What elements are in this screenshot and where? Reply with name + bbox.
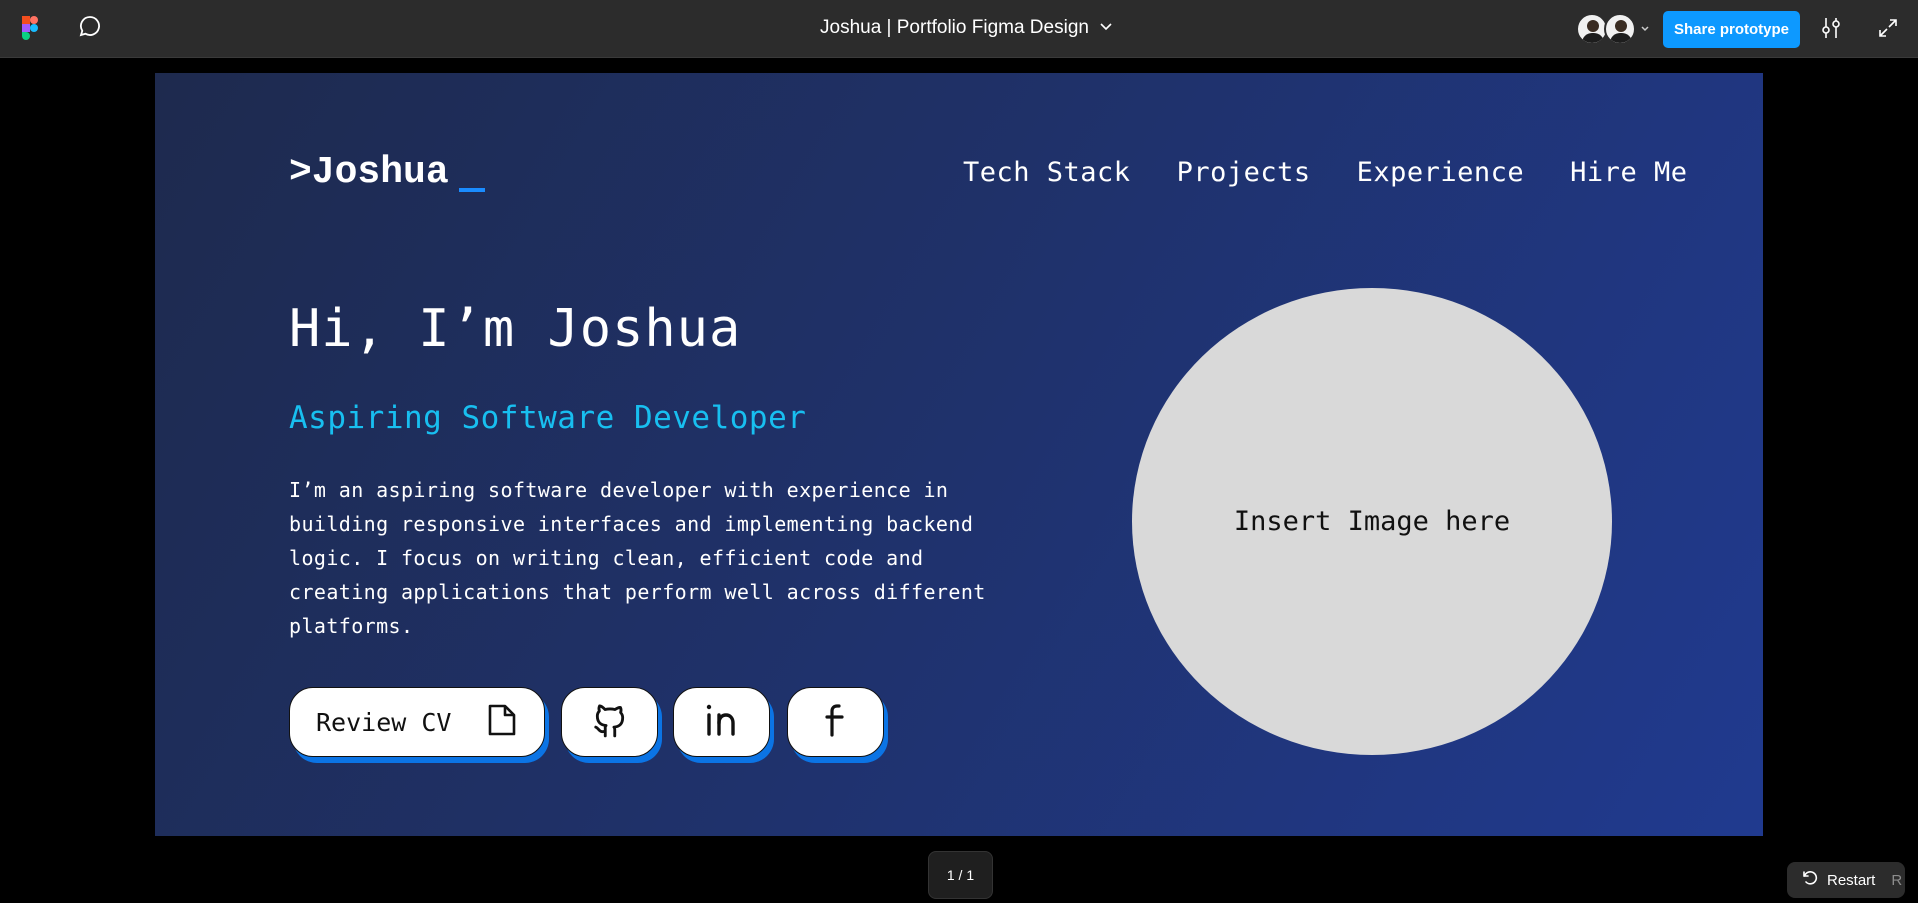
share-prototype-button[interactable]: Share prototype [1663, 11, 1800, 48]
linkedin-icon [702, 701, 742, 744]
portfolio-frame: >Joshua Tech Stack Projects Experience H… [155, 73, 1763, 836]
profile-image-placeholder: Insert Image here [1132, 288, 1612, 755]
github-icon [591, 701, 629, 744]
site-nav: Tech Stack Projects Experience Hire Me [963, 157, 1687, 188]
review-cv-label: Review CV [316, 707, 452, 737]
avatar [1604, 13, 1636, 45]
facebook-button[interactable] [787, 687, 884, 757]
logo-cursor [459, 188, 485, 192]
collaborator-avatars[interactable] [1576, 13, 1650, 45]
restart-shortcut: R [1891, 871, 1903, 889]
file-title: Joshua | Portfolio Figma Design [820, 17, 1089, 38]
github-button[interactable] [561, 687, 658, 757]
chevron-down-icon [1099, 17, 1113, 39]
comment-button[interactable] [76, 14, 104, 42]
page-counter: 1 / 1 [928, 851, 993, 899]
nav-item-hire-me[interactable]: Hire Me [1570, 157, 1687, 188]
expand-icon[interactable] [1876, 16, 1900, 40]
chevron-down-icon [1640, 20, 1650, 38]
restart-label: Restart [1827, 871, 1876, 889]
file-icon [487, 703, 517, 742]
sliders-icon[interactable] [1818, 15, 1844, 41]
nav-item-projects[interactable]: Projects [1177, 157, 1311, 188]
figma-toolbar: Joshua | Portfolio Figma Design Share pr… [0, 0, 1918, 58]
review-cv-button[interactable]: Review CV [289, 687, 545, 757]
hero-title: Hi, I’m Joshua [289, 299, 742, 359]
linkedin-button[interactable] [673, 687, 770, 757]
restart-icon [1801, 869, 1819, 891]
comment-icon [78, 14, 102, 43]
restart-button[interactable]: Restart R [1787, 862, 1905, 898]
site-logo[interactable]: >Joshua [289, 151, 449, 194]
hero-description: I’m an aspiring software developer with … [289, 478, 986, 638]
figma-logo-icon[interactable] [22, 16, 38, 40]
nav-item-tech-stack[interactable]: Tech Stack [963, 157, 1131, 188]
hero-subtitle: Aspiring Software Developer [289, 400, 807, 436]
facebook-icon [821, 701, 851, 744]
file-title-dropdown[interactable]: Joshua | Portfolio Figma Design [820, 16, 1113, 40]
nav-item-experience[interactable]: Experience [1357, 157, 1525, 188]
photo-placeholder-text: Insert Image here [1233, 506, 1511, 537]
